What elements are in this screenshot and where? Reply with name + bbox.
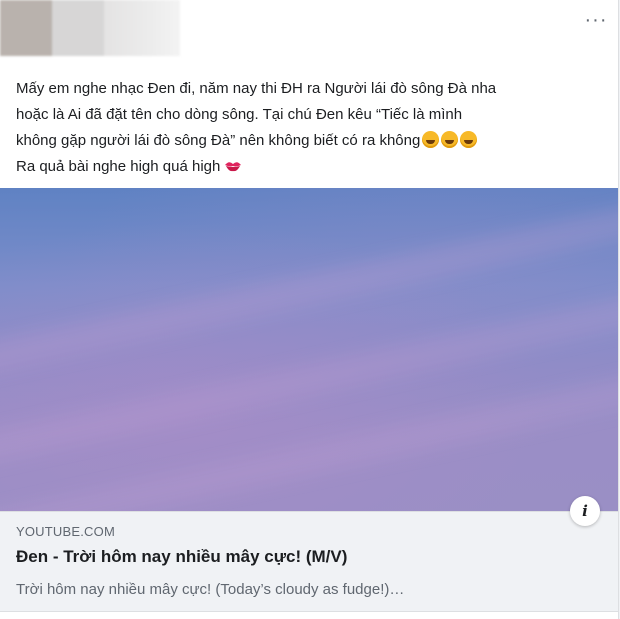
post-text-line: hoặc là Ai đã đặt tên cho dòng sông. Tại… xyxy=(16,106,463,123)
blurred-author-info xyxy=(0,0,180,56)
kiss-mark-icon xyxy=(225,162,242,172)
laughing-emoji-icon xyxy=(422,131,440,148)
link-domain: YOUTUBE.COM xyxy=(16,524,115,539)
post-text-line: không gặp người lái đò sông Đà” nên khôn… xyxy=(16,128,606,154)
laughing-emoji-icon xyxy=(460,131,478,148)
video-thumbnail[interactable] xyxy=(0,188,618,511)
post-text-line: Ra quả bài nghe high quá high xyxy=(16,154,606,180)
post-text: Mấy em nghe nhạc Đen đi, năm nay thi ĐH … xyxy=(16,76,606,180)
laughing-emoji-icon xyxy=(441,131,459,148)
link-title[interactable]: Đen - Trời hôm nay nhiều mây cực! (M/V) xyxy=(16,547,347,567)
post-header: ··· xyxy=(0,0,618,62)
post-text-line: Mấy em nghe nhạc Đen đi, năm nay thi ĐH … xyxy=(16,80,497,97)
info-icon[interactable]: i xyxy=(570,496,600,526)
post-card: ··· Mấy em nghe nhạc Đen đi, năm nay thi… xyxy=(0,0,619,619)
link-description: Trời hôm nay nhiều mây cực! (Today’s clo… xyxy=(16,581,405,598)
link-preview[interactable]: YOUTUBE.COM Đen - Trời hôm nay nhiều mây… xyxy=(0,511,618,612)
more-options-icon[interactable]: ··· xyxy=(584,10,608,30)
